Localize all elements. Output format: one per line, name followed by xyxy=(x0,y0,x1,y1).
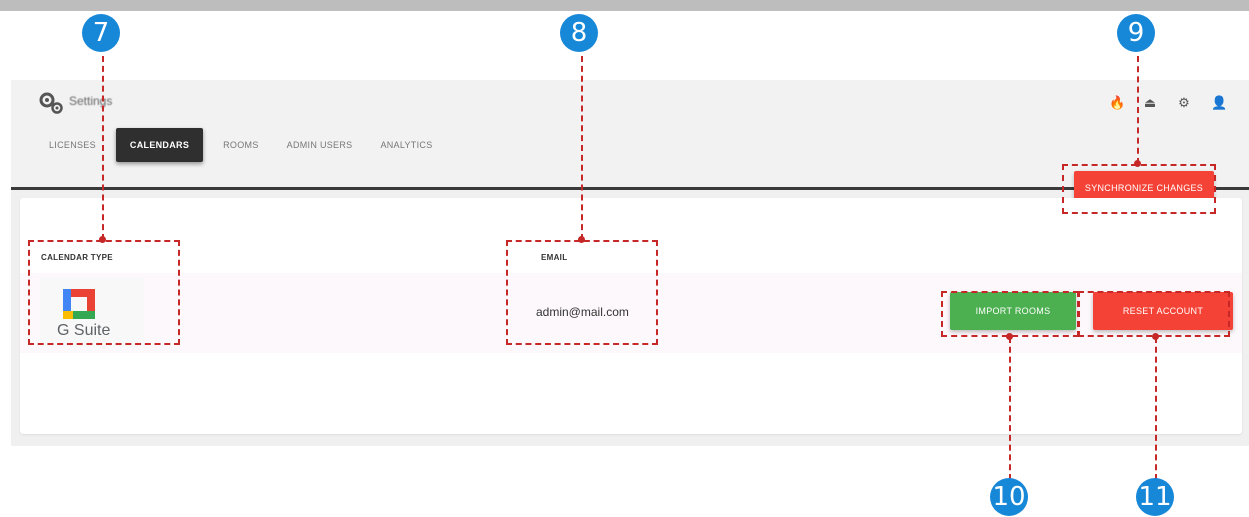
annotation-box-email xyxy=(506,240,658,345)
marker-8: 8 xyxy=(560,14,598,52)
annotation-line-9 xyxy=(1137,56,1139,164)
annotation-box-calendar-type xyxy=(28,240,180,345)
tab-admin-users[interactable]: ADMIN USERS xyxy=(273,128,367,162)
marker-10: 10 xyxy=(990,478,1028,516)
annotation-dot-11 xyxy=(1152,333,1159,340)
annotation-dot-9 xyxy=(1134,160,1141,167)
settings-gear-icon xyxy=(39,92,63,114)
upload-icon[interactable]: ⏏ xyxy=(1143,96,1157,110)
marker-11: 11 xyxy=(1136,478,1174,516)
firebase-icon[interactable]: 🔥 xyxy=(1109,96,1125,110)
annotation-box-import xyxy=(941,291,1079,337)
settings-icon[interactable]: ⚙ xyxy=(1177,96,1191,110)
marker-7: 7 xyxy=(82,14,120,52)
annotation-line-11 xyxy=(1155,337,1157,480)
tab-licenses[interactable]: LICENSES xyxy=(35,128,110,162)
marker-9: 9 xyxy=(1117,14,1155,52)
annotation-line-8 xyxy=(581,56,583,240)
annotation-line-7 xyxy=(102,56,104,240)
annotation-dot-7 xyxy=(99,236,106,243)
tab-analytics[interactable]: ANALYTICS xyxy=(366,128,446,162)
annotation-line-10 xyxy=(1009,337,1011,480)
annotation-dot-8 xyxy=(578,236,585,243)
user-icon[interactable]: 👤 xyxy=(1211,96,1227,110)
annotation-box-sync xyxy=(1062,164,1216,214)
annotation-box-reset xyxy=(1078,291,1230,337)
top-bar xyxy=(0,0,1249,11)
tab-bar: LICENSES CALENDARS ROOMS ADMIN USERS ANA… xyxy=(35,128,447,162)
header-icons: 🔥 ⏏ ⚙ 👤 xyxy=(1109,96,1227,110)
annotation-dot-10 xyxy=(1006,333,1013,340)
tab-calendars[interactable]: CALENDARS xyxy=(115,128,204,162)
tab-rooms[interactable]: ROOMS xyxy=(209,128,273,162)
page-title: Settings xyxy=(69,94,113,108)
